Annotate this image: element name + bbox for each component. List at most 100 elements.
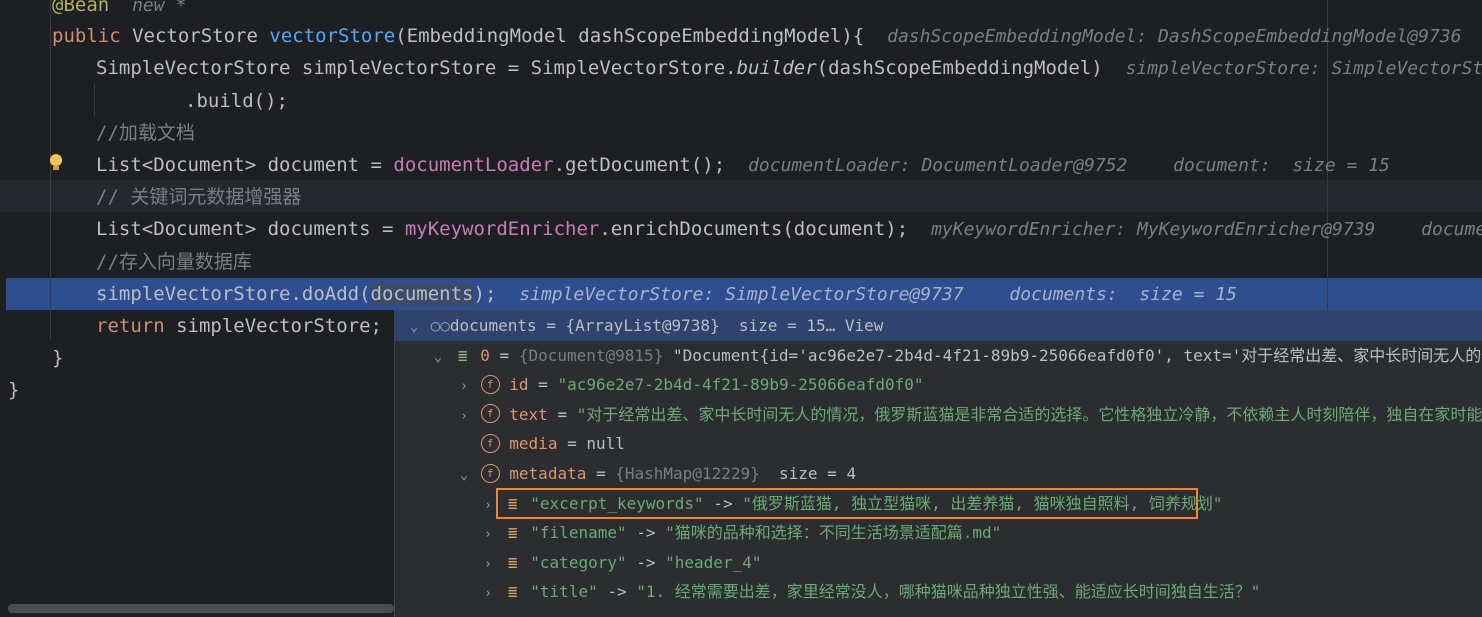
object-ref: {Document@9815} [518,345,664,365]
watch-glasses-icon: ○○ [430,316,450,335]
code-line-3: .build(); [185,85,1482,117]
size-label: size = 15 [719,316,826,335]
list-element-icon: ≣ [457,345,468,365]
chevron-down-icon[interactable]: ⌄ [407,313,421,343]
field-name: media [509,434,558,454]
equals: = [557,434,587,454]
map-value: "1. 经常需要出差，家里经常没人，哪种猫咪品种独立性强、能适应长时间独自生活？… [636,582,1261,602]
inline-debug-value: simpleVectorStore: SimpleVectorStore@973… [519,284,964,305]
field-icon: f [480,374,500,394]
field-value: "ac96e2e7-2b4d-4f21-89b9-25066eafd0f0" [557,375,924,395]
field-icon: f [480,463,500,483]
inline-debug-value: document [1421,219,1482,240]
chevron-right-icon[interactable]: › [457,372,471,402]
indent-guide [94,84,95,116]
keyword: public [52,25,121,47]
equals: = [547,404,577,424]
field-ref: documentLoader [393,154,554,176]
comment: //加载文档 [96,122,195,144]
method-params: (EmbeddingModel dashScopeEmbeddingModel)… [395,25,865,47]
map-value: "header_4" [665,552,762,572]
ide-window: @Bean new * public VectorStore vectorSto… [0,0,1482,617]
map-key: "category" [530,552,627,572]
arrow: -> [597,582,637,602]
usages-hint[interactable]: new * [132,0,186,16]
code-line-1: public VectorStore vectorStore(Embedding… [52,20,1482,52]
code-text: List<Document> document = [96,154,394,176]
chevron-right-icon[interactable]: › [481,491,495,521]
map-entry-icon: ≣ [507,582,518,602]
map-key: "filename" [530,523,627,543]
arrow: -> [626,552,666,572]
code-text: ); [473,283,497,305]
object-ref: {HashMap@12229} [615,464,760,483]
to-string-value: "Document{id='ac96e2e7-2b4d-4f21-89b9-25… [663,345,1482,365]
tree-node-item-0[interactable]: ⌄ ≣ 0 = {Document@9815} "Document{id='ac… [395,341,1482,371]
field-icon: f [480,433,500,453]
code-line-5: List<Document> document = documentLoader… [96,149,1482,181]
equals: = [528,375,558,395]
code-text: List<Document> documents = [96,218,405,240]
inline-debug-value: simpleVectorStore: SimpleVectorStore [1125,58,1482,79]
code-text: (dashScopeEmbeddingModel) [816,57,1103,79]
field-name: metadata [509,464,587,483]
code-line-6: // 关键词元数据增强器 [96,181,1482,213]
chevron-right-icon[interactable]: › [481,520,495,550]
code-text: .getDocument(); [553,154,726,176]
debug-value-popup: ⌄ ○○documents = {ArrayList@9738} size = … [394,310,1482,617]
tree-node-id[interactable]: › f id = "ac96e2e7-2b4d-4f21-89b9-25066e… [395,370,1482,400]
horizontal-scrollbar[interactable] [8,604,394,613]
code-line-8: //存入向量数据库 [96,246,1482,278]
inline-debug-value: documentLoader: DocumentLoader@9752 [748,155,1128,176]
view-link[interactable]: View [845,316,884,335]
chevron-down-icon[interactable]: ⌄ [457,461,471,491]
keyword: return [96,315,165,337]
code-line-2: SimpleVectorStore simpleVectorStore = Si… [96,52,1482,84]
field-value: null [586,434,625,454]
comment: // 关键词元数据增强器 [96,186,302,208]
code-line-9: simpleVectorStore.doAdd(documents); simp… [96,278,1482,310]
arrow: -> [626,523,666,543]
map-entry-row[interactable]: › ≣ "title" -> "1. 经常需要出差，家里经常没人，哪种猫咪品种独… [395,577,1482,607]
closing-brace: } [8,379,20,401]
map-entry-icon: ≣ [507,523,518,543]
code-text: simpleVectorStore; [164,315,382,337]
map-entry-icon: ≣ [507,552,518,572]
code-text: .enrichDocuments(document); [599,218,909,240]
chevron-right-icon[interactable]: › [481,579,495,609]
highlight-box [496,488,1198,519]
closing-brace: } [52,347,64,369]
inline-debug-value: document: size = 15 [1173,155,1390,176]
static-method: builder [736,57,817,79]
tree-node-documents[interactable]: ⌄ ○○documents = {ArrayList@9738} size = … [395,311,1482,341]
chevron-right-icon[interactable]: › [457,402,471,432]
chevron-down-icon[interactable]: ⌄ [431,343,445,373]
tree-node-text[interactable]: › f text = "对于经常出差、家中长时间无人的情况，俄罗斯蓝猫是非常合适… [395,400,1482,430]
annotation: @Bean [52,0,110,16]
tree-node-media[interactable]: f media = null [395,429,1482,459]
map-entry-row[interactable]: › ≣ "filename" -> "猫咪的品种和选择：不同生活场景适配篇.md… [395,518,1482,548]
code-text: simpleVectorStore.doAdd( [96,283,371,305]
code-text: SimpleVectorStore simpleVectorStore = Si… [96,57,737,79]
var-name: documents [449,316,537,335]
lightbulb-icon[interactable] [50,154,62,170]
chevron-right-icon[interactable]: › [481,550,495,580]
field-name: id [509,375,529,395]
field-value: "对于经常出差、家中长时间无人的情况，俄罗斯蓝猫是非常合适的选择。它性格独立冷静… [576,404,1482,424]
ellipsis: … [825,316,836,335]
hovered-identifier[interactable]: documents [370,283,474,305]
equals: = [489,345,519,365]
code-text: .build(); [185,90,288,112]
inline-debug-value: myKeywordEnricher: MyKeywordEnricher@973… [931,219,1376,240]
map-key: "title" [530,582,598,602]
size-label: size = 4 [759,464,857,483]
equals: = [536,316,566,335]
return-type: VectorStore [132,25,258,47]
inline-debug-value: documents: size = 15 [1009,284,1237,305]
inline-debug-value: dashScopeEmbeddingModel: DashScopeEmbedd… [887,26,1462,47]
field-ref: myKeywordEnricher [404,218,600,240]
tree-node-metadata[interactable]: ⌄ f metadata = {HashMap@12229} size = 4 [395,459,1482,489]
indent-guide [50,0,51,340]
map-entry-row[interactable]: › ≣ "category" -> "header_4" [395,548,1482,578]
object-ref: {ArrayList@9738} [565,316,720,335]
